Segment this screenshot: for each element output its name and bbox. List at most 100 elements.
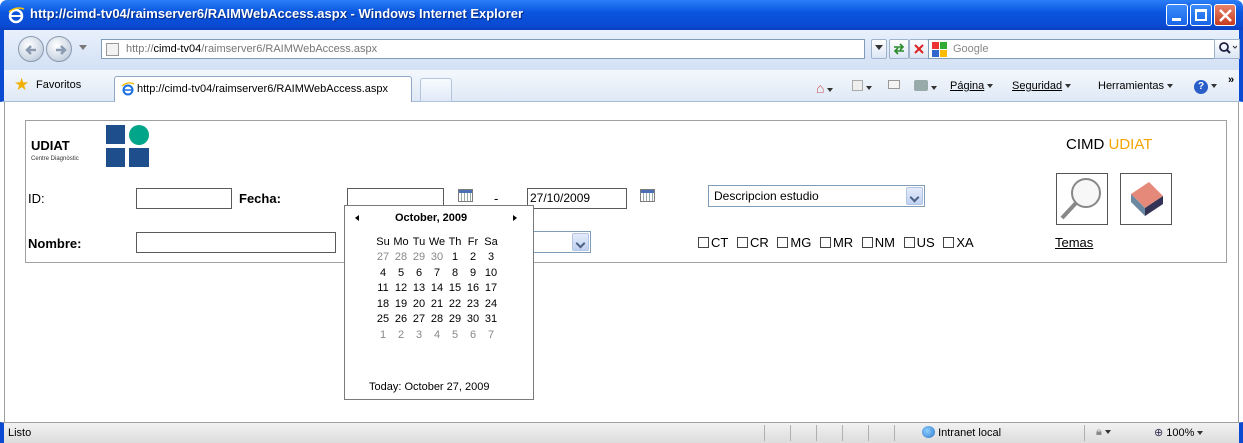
calendar-day[interactable]: 26 xyxy=(392,312,410,328)
calendar-from-icon[interactable] xyxy=(458,189,473,202)
address-bar[interactable]: http://cimd-tv04/raimserver6/RAIMWebAcce… xyxy=(101,39,865,59)
calendar-day[interactable]: 24 xyxy=(482,296,500,312)
maximize-button[interactable] xyxy=(1190,4,1212,26)
id-input[interactable] xyxy=(136,188,232,209)
calendar-day[interactable]: 27 xyxy=(374,250,392,266)
calendar-day[interactable]: 13 xyxy=(410,281,428,297)
toolbar-overflow-chevron[interactable]: » xyxy=(1228,74,1234,86)
calendar-day[interactable]: 4 xyxy=(428,327,446,343)
calendar-day[interactable]: 23 xyxy=(464,296,482,312)
calendar-today-link[interactable]: Today: October 27, 2009 xyxy=(369,381,489,393)
calendar-day[interactable]: 5 xyxy=(446,327,464,343)
stop-button[interactable] xyxy=(909,39,929,59)
modality-mg[interactable]: MG xyxy=(777,235,811,250)
calendar-day[interactable]: 1 xyxy=(374,327,392,343)
calendar-day[interactable]: 1 xyxy=(446,250,464,266)
search-button[interactable] xyxy=(1056,173,1108,225)
modality-mr[interactable]: MR xyxy=(819,235,853,250)
calendar-day[interactable]: 27 xyxy=(410,312,428,328)
calendar-day[interactable]: 29 xyxy=(410,250,428,266)
next-month-icon[interactable] xyxy=(513,215,517,221)
favorites-button[interactable]: ★ Favoritos xyxy=(12,76,87,96)
page-content: UDIAT Centre Diagnòstic CIMD UDIAT ID: F… xyxy=(4,102,1239,422)
security-menu[interactable]: Seguridad xyxy=(1012,80,1072,92)
calendar-day[interactable]: 3 xyxy=(482,250,500,266)
recent-pages-dropdown[interactable] xyxy=(79,45,87,50)
calendar-day[interactable]: 30 xyxy=(464,312,482,328)
calendar-day[interactable]: 19 xyxy=(392,296,410,312)
new-tab-button[interactable] xyxy=(420,78,452,102)
help-button[interactable]: ? xyxy=(1194,80,1217,94)
calendar-day[interactable]: 20 xyxy=(410,296,428,312)
calendar-day[interactable]: 16 xyxy=(464,281,482,297)
address-url[interactable]: http://cimd-tv04/raimserver6/RAIMWebAcce… xyxy=(126,43,377,55)
temas-link[interactable]: Temas xyxy=(1055,235,1093,250)
zoom-level[interactable]: ⊕ 100% xyxy=(1154,426,1204,439)
minimize-button[interactable] xyxy=(1166,4,1188,26)
weekday: We xyxy=(428,235,446,248)
home-button[interactable]: ⌂ xyxy=(816,80,834,96)
security-zone[interactable]: Intranet local xyxy=(922,426,1001,439)
modality-cr[interactable]: CR xyxy=(736,235,769,250)
clear-button[interactable] xyxy=(1120,173,1172,225)
calendar-day[interactable]: 2 xyxy=(392,327,410,343)
modality-xa[interactable]: XA xyxy=(943,235,974,250)
mail-icon xyxy=(888,80,900,89)
calendar-day[interactable]: 10 xyxy=(482,265,500,281)
calendar-day[interactable]: 8 xyxy=(446,265,464,281)
calendar-day[interactable]: 21 xyxy=(428,296,446,312)
internet-explorer-icon xyxy=(121,82,135,96)
calendar-day[interactable]: 18 xyxy=(374,296,392,312)
modality-ct[interactable]: CT xyxy=(698,235,728,250)
close-button[interactable] xyxy=(1214,4,1236,26)
calendar-day[interactable]: 31 xyxy=(482,312,500,328)
calendar-day[interactable]: 28 xyxy=(392,250,410,266)
weekday: Fr xyxy=(467,235,479,248)
protected-mode-button[interactable]: 🔒︎ xyxy=(1096,426,1111,439)
calendar-day[interactable]: 7 xyxy=(428,265,446,281)
calendar-day[interactable]: 12 xyxy=(392,281,410,297)
calendar-day[interactable]: 30 xyxy=(428,250,446,266)
calendar-day[interactable]: 7 xyxy=(482,327,500,343)
tools-menu[interactable]: Herramientas xyxy=(1098,80,1174,92)
calendar-day[interactable]: 15 xyxy=(446,281,464,297)
back-button[interactable] xyxy=(18,36,44,62)
calendar-day[interactable]: 11 xyxy=(374,281,392,297)
calendar-day[interactable]: 25 xyxy=(374,312,392,328)
calendar-day[interactable]: 28 xyxy=(428,312,446,328)
status-divider xyxy=(894,425,895,441)
calendar-day[interactable]: 6 xyxy=(464,327,482,343)
calendar-day[interactable]: 4 xyxy=(374,265,392,281)
calendar-day[interactable]: 5 xyxy=(392,265,410,281)
calendar-day[interactable]: 6 xyxy=(410,265,428,281)
page-menu[interactable]: Página xyxy=(950,80,994,92)
search-box[interactable]: Google xyxy=(928,39,1228,59)
previous-month-icon[interactable] xyxy=(355,215,359,221)
calendar-day[interactable]: 14 xyxy=(428,281,446,297)
nombre-input[interactable] xyxy=(136,232,336,253)
feeds-button[interactable] xyxy=(852,80,872,94)
tab-current[interactable]: http://cimd-tv04/raimserver6/RAIMWebAcce… xyxy=(114,76,412,103)
print-button[interactable] xyxy=(914,80,937,94)
calendar-to-icon[interactable] xyxy=(640,189,655,202)
calendar-day[interactable]: 17 xyxy=(482,281,500,297)
page-icon xyxy=(106,43,119,56)
calendar-day[interactable]: 2 xyxy=(464,250,482,266)
udiat-logo xyxy=(106,125,149,167)
calendar-day[interactable]: 9 xyxy=(464,265,482,281)
modality-us[interactable]: US xyxy=(903,235,935,250)
calendar-weekday-row: Su Mo Tu We Th Fr Sa xyxy=(374,234,500,250)
forward-button[interactable] xyxy=(46,36,72,62)
fecha-to-input[interactable]: 27/10/2009 xyxy=(527,188,627,209)
refresh-button[interactable] xyxy=(889,39,909,59)
mail-button[interactable] xyxy=(888,80,900,92)
search-button[interactable] xyxy=(1214,39,1240,59)
forward-arrow-icon xyxy=(56,45,67,55)
calendar-day[interactable]: 29 xyxy=(446,312,464,328)
calendar-day[interactable]: 22 xyxy=(446,296,464,312)
modality-nm[interactable]: NM xyxy=(861,235,895,250)
address-dropdown-button[interactable] xyxy=(871,39,887,59)
fecha-label: Fecha: xyxy=(239,191,281,206)
calendar-day[interactable]: 3 xyxy=(410,327,428,343)
descripcion-select[interactable]: Descripcion estudio xyxy=(708,185,925,207)
